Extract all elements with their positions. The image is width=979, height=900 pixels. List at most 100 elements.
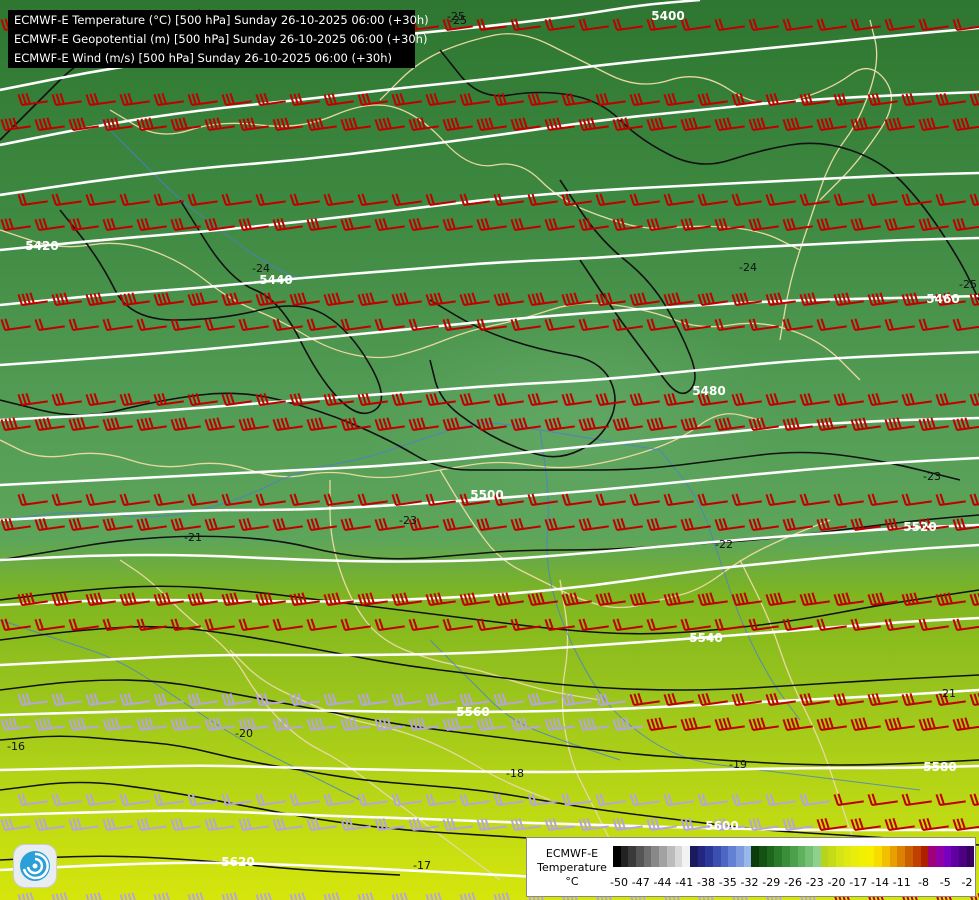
legend-tick: -2 <box>961 876 973 889</box>
temperature-label: -20 <box>235 727 253 740</box>
legend-color-swatch <box>751 846 760 867</box>
temperature-label: -16 <box>7 740 25 753</box>
legend-color-swatch <box>828 846 836 867</box>
legend-color-swatch <box>835 846 844 867</box>
legend-color-swatch <box>905 846 913 867</box>
temperature-legend: ECMWF-E Temperature °C -50 -47 -44 -41 -38 -3… <box>526 837 976 897</box>
legend-tick: -14 <box>871 876 889 889</box>
header-geopotential: ECMWF-E Geopotential (m) [500 hPa] Sunda… <box>14 32 428 46</box>
legend-tick: -11 <box>892 876 911 889</box>
legend-tick: -5 <box>939 876 951 889</box>
temperature-label: -24 <box>739 261 757 274</box>
legend-color-swatch <box>935 846 944 867</box>
legend-tick: -47 <box>631 876 650 889</box>
legend-color-swatch <box>705 846 713 867</box>
geopotential-label: 5560 <box>456 705 489 719</box>
legend-color-swatch <box>689 846 698 867</box>
weather-map: 5400 5420 5440 5460 5480 5500 5520 5540 5560 5580… <box>0 0 979 900</box>
geopotential-label: 5440 <box>259 273 292 287</box>
legend-tick: -23 <box>805 876 824 889</box>
legend-color-bar <box>613 846 975 867</box>
legend-tick: -38 <box>697 876 715 889</box>
legend-color-swatch <box>851 846 859 867</box>
legend-title: ECMWF-E Temperature °C <box>533 847 611 889</box>
legend-color-swatch <box>928 846 936 867</box>
legend-color-swatch <box>958 846 967 867</box>
temperature-label: -25 <box>959 278 977 291</box>
temperature-label: -23 <box>399 514 417 527</box>
legend-tick: -41 <box>675 876 694 889</box>
legend-color-swatch <box>636 846 644 867</box>
legend-color-swatch <box>966 846 975 867</box>
legend-tick: -44 <box>653 876 672 889</box>
geopotential-label: 5600 <box>705 819 738 833</box>
legend-color-swatch <box>951 846 959 867</box>
geopotential-label: 5580 <box>923 760 956 774</box>
temperature-label: -21 <box>184 531 202 544</box>
geopotential-label: 5500 <box>470 488 503 502</box>
legend-color-swatch <box>943 846 952 867</box>
legend-color-swatch <box>759 846 767 867</box>
legend-color-swatch <box>697 846 706 867</box>
swirl-icon <box>20 851 50 881</box>
legend-tick: -32 <box>740 876 759 889</box>
legend-color-swatch <box>866 846 875 867</box>
legend-color-swatch <box>859 846 867 867</box>
legend-tick: -50 <box>610 876 628 889</box>
header-temperature: ECMWF-E Temperature (°C) [500 hPa] Sunda… <box>14 13 429 27</box>
legend-color-swatch <box>743 846 752 867</box>
geopotential-label: 5620 <box>221 855 254 869</box>
legend-color-swatch <box>628 846 637 867</box>
legend-tick: -35 <box>718 876 737 889</box>
legend-tick: -29 <box>762 876 781 889</box>
geopotential-label: 5480 <box>692 384 725 398</box>
geopotential-label: 5460 <box>926 292 959 306</box>
legend-color-swatch <box>812 846 821 867</box>
legend-tick: -8 <box>918 876 929 889</box>
legend-color-swatch <box>889 846 898 867</box>
legend-title-line-2: Temperature <box>537 861 607 874</box>
legend-color-swatch <box>712 846 721 867</box>
legend-color-swatch <box>789 846 798 867</box>
legend-color-swatch <box>682 846 690 867</box>
legend-color-swatch <box>766 846 775 867</box>
geopotential-label: 5420 <box>25 239 58 253</box>
temperature-label: -24 <box>252 262 270 275</box>
legend-color-swatch <box>843 846 852 867</box>
legend-color-swatch <box>920 846 929 867</box>
legend-color-swatch <box>620 846 629 867</box>
legend-title-line-3: °C <box>565 875 579 888</box>
legend-tick: -20 <box>827 876 846 889</box>
geopotential-label: 5400 <box>651 9 684 23</box>
temperature-label: -22 <box>715 538 733 551</box>
legend-color-swatch <box>774 846 783 867</box>
temperature-label: -19 <box>729 758 747 771</box>
legend-ticks: -50 -47 -44 -41 -38 -35 -32 -29 -26 -23 -20 -17 -14-… <box>610 876 973 890</box>
temperature-label: -21 <box>938 687 956 700</box>
legend-color-swatch <box>613 846 621 867</box>
legend-color-swatch <box>782 846 790 867</box>
temperature-label: -18 <box>506 767 524 780</box>
legend-color-swatch <box>820 846 829 867</box>
legend-color-swatch <box>659 846 667 867</box>
legend-color-swatch <box>720 846 729 867</box>
legend-color-swatch <box>736 846 744 867</box>
legend-color-swatch <box>805 846 813 867</box>
ecmwf-logo <box>13 844 57 888</box>
legend-tick: -17 <box>849 876 868 889</box>
legend-color-swatch <box>666 846 675 867</box>
geopotential-label: 5540 <box>689 631 722 645</box>
legend-color-swatch <box>912 846 921 867</box>
map-header: ECMWF-E Temperature (°C) [500 hPa] Sunda… <box>8 10 429 68</box>
legend-color-swatch <box>728 846 736 867</box>
legend-color-swatch <box>882 846 890 867</box>
legend-color-swatch <box>797 846 806 867</box>
legend-color-swatch <box>674 846 683 867</box>
legend-color-swatch <box>643 846 652 867</box>
temperature-label: -23 <box>923 470 941 483</box>
legend-tick: -26 <box>784 876 802 889</box>
geopotential-label: 5520 <box>903 520 936 534</box>
legend-color-swatch <box>897 846 906 867</box>
temperature-label: -25 <box>447 10 465 23</box>
legend-title-line-1: ECMWF-E <box>545 847 599 860</box>
